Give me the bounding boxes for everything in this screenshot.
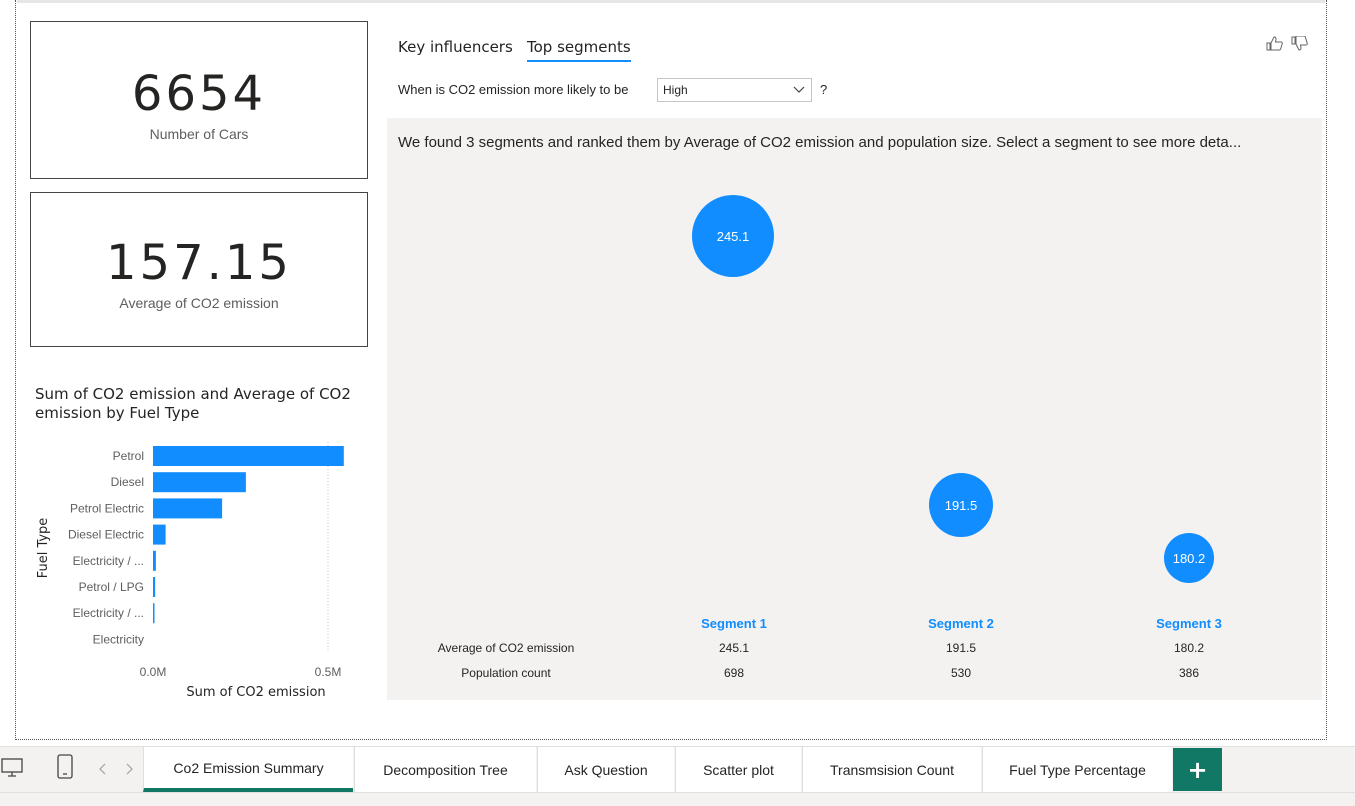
bar[interactable] xyxy=(153,550,156,571)
bar[interactable] xyxy=(153,524,166,545)
bar-chart[interactable]: Petrol Diesel Petrol Electric Diesel Electr… xyxy=(30,440,365,705)
segment-3-average: 180.2 xyxy=(1173,641,1205,655)
question-label: When is CO2 emission more likely to be xyxy=(398,82,629,97)
question-mark: ? xyxy=(820,82,828,97)
row-label-population: Population count xyxy=(461,666,551,680)
segments-panel: We found 3 segments and ranked them by A… xyxy=(387,118,1322,700)
page-tab-co2-emission-summary[interactable]: Co2 Emission Summary xyxy=(143,747,353,792)
segment-bubble-3[interactable]: 180.2 xyxy=(1164,533,1214,583)
segment-bubble-1[interactable]: 245.1 xyxy=(692,195,774,277)
bar[interactable] xyxy=(153,498,223,519)
segment-2-average: 191.5 xyxy=(945,641,977,655)
category-label: Diesel xyxy=(111,475,144,489)
category-label: Petrol xyxy=(113,449,144,463)
segment-name-2[interactable]: Segment 2 xyxy=(928,616,994,631)
segment-name-3[interactable]: Segment 3 xyxy=(1156,616,1222,631)
thumbs-down-icon[interactable] xyxy=(1291,35,1308,55)
card-average-co2[interactable]: 157.15 Average of CO2 emission xyxy=(30,192,368,347)
desktop-layout-icon[interactable] xyxy=(0,755,24,782)
chevron-down-icon xyxy=(793,81,805,100)
page-tab-fuel-type-percentage[interactable]: Fuel Type Percentage xyxy=(982,747,1172,792)
segment-2-count: 530 xyxy=(950,666,972,680)
bar-chart-title: Sum of CO2 emission and Average of CO2 e… xyxy=(35,385,351,422)
dropdown-value: High xyxy=(663,83,688,97)
tab-top-segments[interactable]: Top segments xyxy=(527,38,631,62)
page-tab-transmission-count[interactable]: Transmsision Count xyxy=(802,747,981,792)
row-label-average: Average of CO2 emission xyxy=(437,641,575,655)
category-label: Electricity / ... xyxy=(73,554,144,568)
card-value: 157.15 xyxy=(106,235,292,291)
thumbs-up-icon[interactable] xyxy=(1266,36,1283,55)
status-bar xyxy=(0,792,1355,806)
card-label: Average of CO2 emission xyxy=(119,295,279,311)
segment-1-count: 698 xyxy=(723,666,745,680)
category-label: Petrol / LPG xyxy=(79,580,144,594)
x-tick-label: 0.0M xyxy=(140,665,167,679)
card-number-of-cars[interactable]: 6654 Number of Cars xyxy=(30,21,368,179)
category-label: Diesel Electric xyxy=(68,528,144,542)
page-tab-scatter-plot[interactable]: Scatter plot xyxy=(675,747,801,792)
chevron-right-icon[interactable] xyxy=(124,762,134,779)
category-label: Petrol Electric xyxy=(70,501,144,515)
category-label: Electricity / ... xyxy=(73,606,144,620)
bar[interactable] xyxy=(153,472,246,493)
x-axis-title: Sum of CO2 emission xyxy=(186,685,325,700)
segments-description: We found 3 segments and ranked them by A… xyxy=(398,134,1242,151)
card-label: Number of Cars xyxy=(149,126,249,142)
segment-bubble-2[interactable]: 191.5 xyxy=(929,473,993,537)
segment-name-1[interactable]: Segment 1 xyxy=(701,616,767,631)
page-tab-ask-question[interactable]: Ask Question xyxy=(537,747,674,792)
bar[interactable] xyxy=(153,603,155,624)
x-tick-label: 0.5M xyxy=(315,665,342,679)
mobile-layout-icon[interactable] xyxy=(56,754,74,783)
tab-key-influencers[interactable]: Key influencers xyxy=(398,38,513,56)
category-label: Electricity xyxy=(93,632,144,646)
segment-1-average: 245.1 xyxy=(718,641,750,655)
segment-3-count: 386 xyxy=(1178,666,1200,680)
add-page-button[interactable]: + xyxy=(1173,748,1222,791)
chevron-left-icon[interactable] xyxy=(98,762,108,779)
target-value-dropdown[interactable]: High xyxy=(657,78,812,102)
y-axis-title: Fuel Type xyxy=(36,518,51,579)
bar[interactable] xyxy=(153,577,156,597)
bar[interactable] xyxy=(153,446,344,466)
page-tab-decomposition-tree[interactable]: Decomposition Tree xyxy=(354,747,536,792)
card-value: 6654 xyxy=(131,66,267,122)
